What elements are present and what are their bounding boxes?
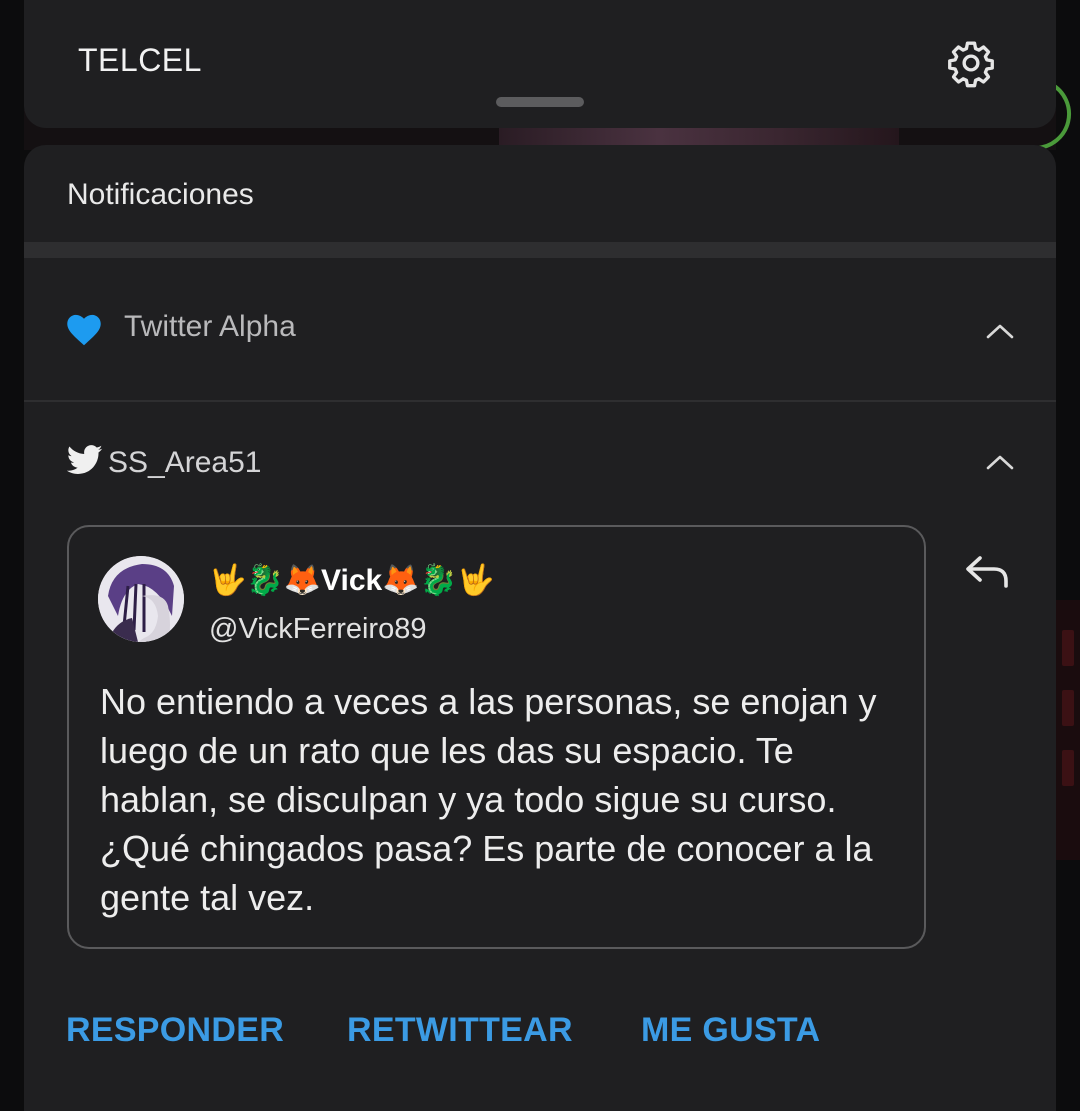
drag-handle[interactable] [496,97,584,107]
chevron-up-icon[interactable] [985,453,1015,471]
panel-header: Notificaciones [24,145,1056,242]
reply-arrow-icon[interactable] [964,552,1010,592]
gear-icon[interactable] [946,38,996,88]
notification-panel: Notificaciones Twitter Alpha SS_Area51 🤟… [24,145,1056,1111]
notification-actions: RESPONDER RETWITTEAR ME GUSTA [24,1007,1056,1067]
tweet-text: No entiendo a veces a las personas, se e… [100,681,877,918]
notification-group-header[interactable]: Twitter Alpha [24,258,1056,400]
chevron-up-icon[interactable] [985,322,1015,340]
retweet-button[interactable]: RETWITTEAR [347,1011,573,1050]
app-name: Twitter Alpha [124,310,296,343]
heart-icon [67,314,101,346]
carrier-name: TELCEL [78,42,202,78]
divider [24,242,1056,258]
panel-title: Notificaciones [67,178,254,211]
tweet-handle: @VickFerreiro89 [209,613,427,645]
tweet-display-name: 🤟🐉🦊Vick🦊🐉🤟 [209,564,495,597]
twitter-bird-icon [67,445,103,474]
tweet-card[interactable]: 🤟🐉🦊Vick🦊🐉🤟 @VickFerreiro89 No entiendo a… [67,525,926,949]
notification-account: SS_Area51 [108,446,262,479]
notification-header[interactable]: SS_Area51 [24,402,1056,522]
quick-settings-card: TELCEL [24,0,1056,128]
wallpaper-edge [1056,600,1080,860]
avatar [98,556,184,642]
like-button[interactable]: ME GUSTA [641,1011,820,1050]
reply-button[interactable]: RESPONDER [66,1011,284,1050]
